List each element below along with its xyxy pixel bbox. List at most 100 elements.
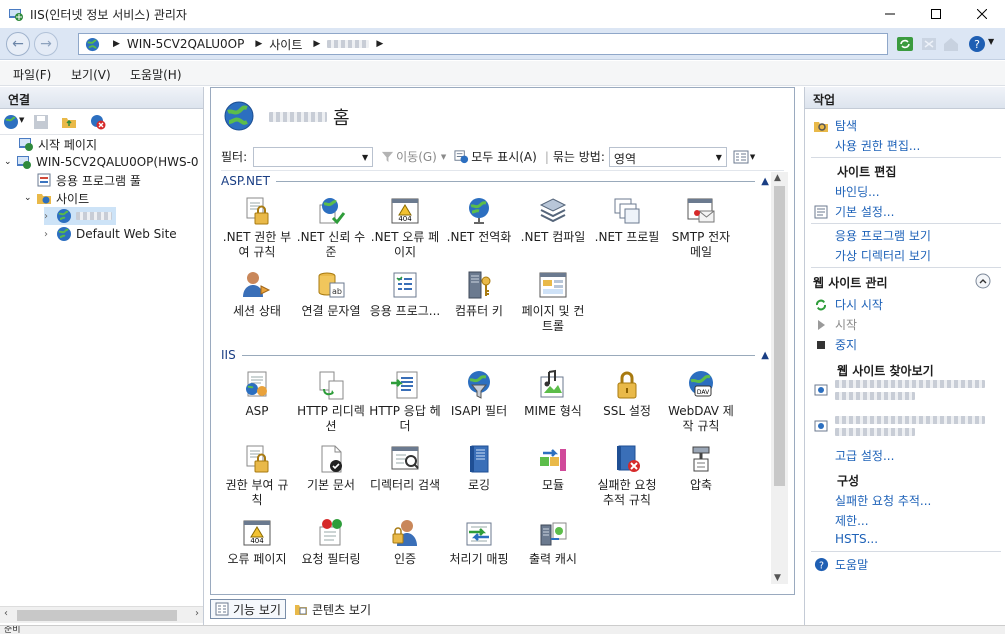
view-mode-button[interactable]: ▼ [733,150,755,164]
feature-authorization-rules[interactable]: 권한 부여 규칙 [221,443,293,513]
scrollbar-thumb[interactable] [17,610,177,621]
action-limits[interactable]: 제한... [835,512,869,529]
scroll-right-icon[interactable]: › [195,608,199,619]
feature-webdav-authoring-rules[interactable]: DAV WebDAV 제작 규칙 [665,369,737,439]
feature-net-trust-levels[interactable]: .NET 신뢰 수준 [295,195,367,265]
tree-sites[interactable]: ⌄ 사이트 [24,189,89,207]
feature-machine-key[interactable]: 컴퓨터 키 [443,269,515,339]
feature-failed-request-tracing[interactable]: 실패한 요청 추적 규칙 [591,443,663,513]
feature-http-response-headers[interactable]: HTTP 응답 헤더 [369,369,441,439]
feature-application-settings[interactable]: 응용 프로그... [369,269,441,339]
menu-help[interactable]: 도움말(H) [130,66,182,83]
feature-request-filtering[interactable]: 요청 필터링 [295,517,367,583]
feature-mime-types[interactable]: MIME 형식 [517,369,589,439]
up-folder-icon[interactable] [61,114,77,130]
feature-logging[interactable]: 로깅 [443,443,515,513]
features-vertical-scrollbar[interactable]: ▲ ▼ [771,172,788,584]
action-stop[interactable]: 중지 [813,336,857,353]
section-aspnet[interactable]: ASP.NET ▲ [221,173,769,189]
feature-net-profile[interactable]: .NET 프로필 [591,195,663,265]
connect-globe-icon[interactable] [3,114,19,130]
scrollbar-thumb[interactable] [774,186,785,486]
menu-file[interactable]: 파일(F) [13,66,51,83]
action-advanced-settings[interactable]: 고급 설정... [835,447,894,464]
feature-error-pages[interactable]: 404 오류 페이지 [221,517,293,583]
expand-chevron-icon[interactable]: › [44,229,56,240]
tree-default-web-site[interactable]: › Default Web Site [44,225,177,243]
help-dropdown-icon[interactable]: ▼ [988,37,994,46]
action-basic-settings[interactable]: 기본 설정... [813,203,894,220]
feature-connection-strings[interactable]: ab 연결 문자열 [295,269,367,339]
tree-start-page[interactable]: 시작 페이지 [18,137,97,153]
tree-server[interactable]: ⌄ WIN-5CV2QALU0OP(HWS-0 [4,153,199,171]
save-icon[interactable] [33,114,49,130]
action-help[interactable]: ? 도움말 [813,556,868,573]
action-restart[interactable]: 다시 시작 [813,296,883,313]
maximize-button[interactable] [913,0,959,28]
collapse-chevron-icon[interactable]: ⌄ [24,193,36,203]
stop-loading-icon[interactable] [920,35,938,53]
feature-asp[interactable]: ASP [221,369,293,439]
back-button[interactable]: ← [6,32,30,56]
scroll-up-icon[interactable]: ▲ [774,173,781,183]
feature-default-document[interactable]: 기본 문서 [295,443,367,513]
connect-dropdown-icon[interactable]: ▼ [19,116,24,124]
collapse-section-icon[interactable]: ▲ [761,350,769,361]
expand-chevron-icon[interactable]: › [44,211,56,222]
scroll-down-icon[interactable]: ▼ [774,573,781,583]
feature-smtp-email[interactable]: SMTP 전자 메일 [665,195,737,265]
feature-compression[interactable]: 압축 [665,443,737,513]
go-button[interactable]: 이동(G) ▼ [381,148,446,165]
tree-selected-site[interactable]: › [44,207,116,225]
action-browse-binding-1[interactable] [813,380,985,400]
action-failed-request-tracing[interactable]: 실패한 요청 추적... [835,492,931,509]
tree-app-pools[interactable]: 응용 프로그램 풀 [36,171,141,189]
feature-net-authorization[interactable]: .NET 권한 부여 규칙 [221,195,293,265]
collapse-section-icon[interactable]: ▲ [761,176,769,187]
disconnect-icon[interactable] [90,114,106,130]
feature-net-compilation[interactable]: .NET 컴파일 [517,195,589,265]
feature-directory-browsing[interactable]: 디렉터리 검색 [369,443,441,513]
feature-modules[interactable]: 모듈 [517,443,589,513]
feature-output-caching[interactable]: 출력 캐시 [517,517,589,583]
breadcrumb-server[interactable]: WIN-5CV2QALU0OP [127,37,244,51]
group-by-select[interactable]: 영역 ▼ [608,146,727,167]
refresh-icon[interactable] [896,35,914,53]
connections-horizontal-scrollbar[interactable]: ‹ › [0,606,203,623]
show-all-button[interactable]: 모두 표시(A) [454,148,537,165]
filter-input[interactable]: ▼ [253,146,374,167]
feature-authentication[interactable]: 인증 [369,517,441,583]
email-window-icon [687,198,715,223]
feature-http-redirect[interactable]: HTTP 리디렉션 [295,369,367,439]
address-bar[interactable]: ▶ WIN-5CV2QALU0OP ▶ 사이트 ▶ ▶ [78,33,888,55]
action-view-virtual-directories[interactable]: 가상 디렉터리 보기 [835,247,931,264]
action-hsts[interactable]: HSTS... [835,532,878,546]
home-icon[interactable] [942,35,960,53]
close-button[interactable] [959,0,1005,28]
feature-session-state[interactable]: 세션 상태 [221,269,293,339]
breadcrumb-sites[interactable]: 사이트 [269,36,302,53]
feature-ssl-settings[interactable]: SSL 설정 [591,369,663,439]
section-iis[interactable]: IIS ▲ [221,347,769,363]
menu-view[interactable]: 보기(V) [71,66,111,83]
collapse-chevron-icon[interactable]: ⌄ [4,157,16,167]
action-bindings[interactable]: 바인딩... [835,183,880,200]
action-edit-permissions[interactable]: 사용 권한 편집... [835,137,920,154]
action-start[interactable]: 시작 [813,316,857,333]
action-browse-binding-2[interactable] [813,416,985,436]
action-view-applications[interactable]: 응용 프로그램 보기 [835,227,931,244]
feature-handler-mappings[interactable]: 처리기 매핑 [443,517,515,583]
forward-button[interactable]: → [34,32,58,56]
feature-isapi-filters[interactable]: ISAPI 필터 [443,369,515,439]
collapse-group-icon[interactable] [975,273,991,289]
tab-features-view[interactable]: 기능 보기 [210,599,286,619]
feature-net-globalization[interactable]: .NET 전역화 [443,195,515,265]
feature-net-error-pages[interactable]: 404 .NET 오류 페이지 [369,195,441,265]
tab-content-view[interactable]: 콘텐츠 보기 [290,599,375,619]
breadcrumb-site-redacted[interactable] [327,40,370,48]
action-explore[interactable]: 탐색 [813,117,857,134]
feature-pages-controls[interactable]: 페이지 및 컨트롤 [517,269,589,339]
help-icon[interactable]: ? [968,35,986,53]
minimize-button[interactable] [867,0,913,28]
scroll-left-icon[interactable]: ‹ [4,608,8,619]
